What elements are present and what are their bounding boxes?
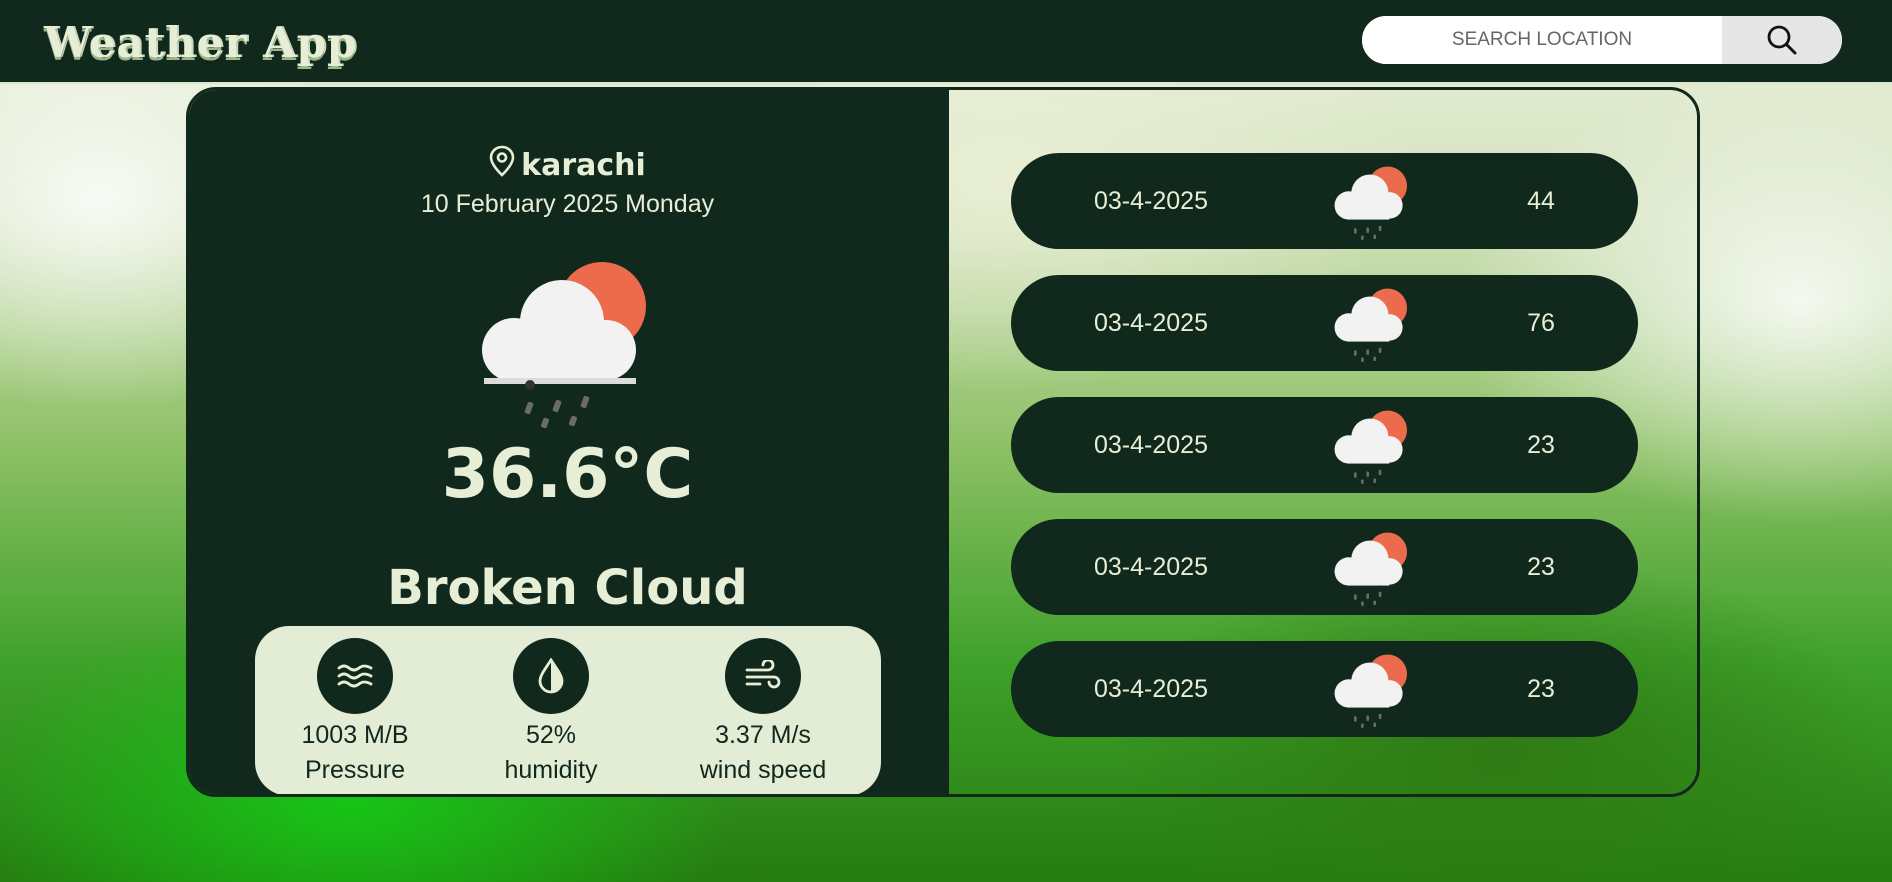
- forecast-row[interactable]: 03-4-2025 23: [1011, 641, 1638, 737]
- wind-speed-value: 3.37 M/s: [715, 721, 811, 749]
- current-temperature: 36.6°C: [441, 435, 694, 514]
- humidity-value: 52%: [525, 721, 577, 749]
- forecast-row[interactable]: 03-4-2025 23: [1011, 519, 1638, 615]
- stat-humidity: 52% humidity: [451, 638, 651, 788]
- top-bar: Weather App: [0, 0, 1892, 84]
- location-heading: karachi: [189, 145, 946, 183]
- search-icon: [1767, 25, 1797, 55]
- pressure-icon-circle: [317, 638, 393, 714]
- forecast-value: 23: [1527, 431, 1555, 459]
- wind-icon-circle: [725, 638, 801, 714]
- partly-cloudy-rain-icon: [1334, 532, 1408, 606]
- stats-panel: 1003 M/B Pressure 52% humidity 3.37 M/s …: [255, 626, 881, 794]
- forecast-value: 76: [1527, 309, 1555, 337]
- forecast-date: 03-4-2025: [1094, 187, 1208, 215]
- stat-wind-speed: 3.37 M/s wind speed: [663, 638, 863, 788]
- pressure-value: 1003 M/B: [301, 721, 409, 749]
- weather-condition: Broken Cloud: [387, 560, 748, 616]
- forecast-date: 03-4-2025: [1094, 553, 1208, 581]
- weather-card: karachi 10 February 2025 Monday 36.6°C B…: [186, 87, 1700, 797]
- partly-cloudy-rain-icon: [1334, 410, 1408, 484]
- partly-cloudy-rain-icon: [1334, 654, 1408, 728]
- forecast-row[interactable]: 03-4-2025 76: [1011, 275, 1638, 371]
- forecast-panel: 03-4-2025 44 03-4-2025 76 03-4-2025 23 0…: [949, 90, 1697, 794]
- forecast-row[interactable]: 03-4-2025 44: [1011, 153, 1638, 249]
- forecast-value: 23: [1527, 553, 1555, 581]
- wind-icon: [745, 660, 781, 689]
- current-date: 10 February 2025 Monday: [420, 190, 715, 218]
- pressure-label: Pressure: [304, 756, 406, 784]
- forecast-date: 03-4-2025: [1094, 675, 1208, 703]
- forecast-value: 44: [1527, 187, 1555, 215]
- search-bar: [1362, 16, 1842, 64]
- partly-cloudy-rain-icon: [1334, 166, 1408, 240]
- current-weather-panel: karachi 10 February 2025 Monday 36.6°C B…: [189, 90, 949, 794]
- partly-cloudy-rain-icon: [482, 262, 646, 429]
- forecast-row[interactable]: 03-4-2025 23: [1011, 397, 1638, 493]
- wind-speed-label: wind speed: [699, 756, 827, 784]
- search-input[interactable]: [1362, 16, 1722, 64]
- humidity-icon-circle: [513, 638, 589, 714]
- location-name: karachi: [521, 148, 646, 183]
- forecast-date: 03-4-2025: [1094, 431, 1208, 459]
- location-pin-icon: [489, 145, 515, 177]
- app-logo: Weather App: [44, 18, 358, 67]
- pressure-waves-icon: [337, 664, 373, 688]
- partly-cloudy-rain-icon: [1334, 288, 1408, 362]
- humidity-drop-icon: [538, 658, 564, 694]
- forecast-date: 03-4-2025: [1094, 309, 1208, 337]
- search-button[interactable]: [1722, 16, 1842, 64]
- forecast-value: 23: [1527, 675, 1555, 703]
- stat-pressure: 1003 M/B Pressure: [255, 638, 455, 788]
- humidity-label: humidity: [504, 756, 598, 784]
